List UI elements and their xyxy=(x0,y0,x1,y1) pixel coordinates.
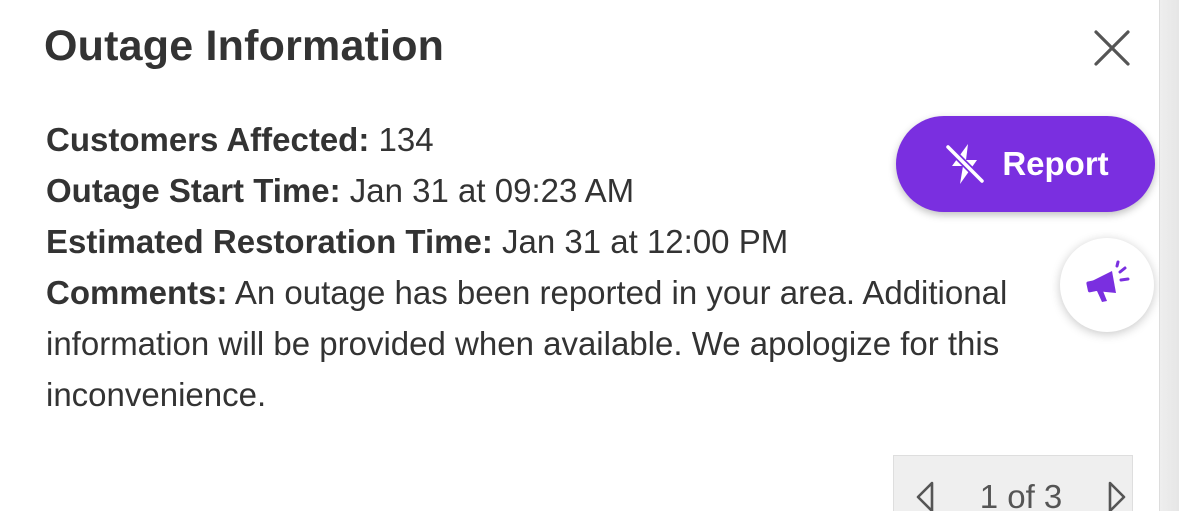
report-label: Report xyxy=(1002,145,1109,182)
background-page-edge xyxy=(1159,0,1179,511)
previous-button[interactable] xyxy=(910,477,940,511)
megaphone-icon xyxy=(1086,260,1130,302)
comments-row: Comments: An outage has been reported in… xyxy=(46,267,1066,420)
close-button[interactable] xyxy=(1088,24,1136,72)
restoration-time-row: Estimated Restoration Time: Jan 31 at 12… xyxy=(46,216,1066,267)
announcement-button[interactable] xyxy=(1060,238,1154,332)
customers-affected-value: 134 xyxy=(378,121,434,158)
pager: 1 of 3 xyxy=(893,455,1133,511)
restoration-time-label: Estimated Restoration Time: xyxy=(46,223,493,260)
lightning-off-icon xyxy=(944,143,986,185)
dialog-title: Outage Information xyxy=(44,22,445,70)
start-time-label: Outage Start Time: xyxy=(46,172,341,209)
chevron-left-icon xyxy=(916,481,934,511)
close-icon xyxy=(1094,30,1130,66)
report-button[interactable]: Report xyxy=(896,116,1155,212)
outage-dialog: Outage Information Customers Affected: 1… xyxy=(0,0,1160,511)
restoration-time-value: Jan 31 at 12:00 PM xyxy=(502,223,789,260)
comments-label: Comments: xyxy=(46,274,228,311)
chevron-right-icon xyxy=(1108,481,1126,511)
page-indicator: 1 of 3 xyxy=(979,478,1063,511)
customers-affected-label: Customers Affected: xyxy=(46,121,370,158)
next-button[interactable] xyxy=(1102,477,1132,511)
start-time-value: Jan 31 at 09:23 AM xyxy=(349,172,635,209)
